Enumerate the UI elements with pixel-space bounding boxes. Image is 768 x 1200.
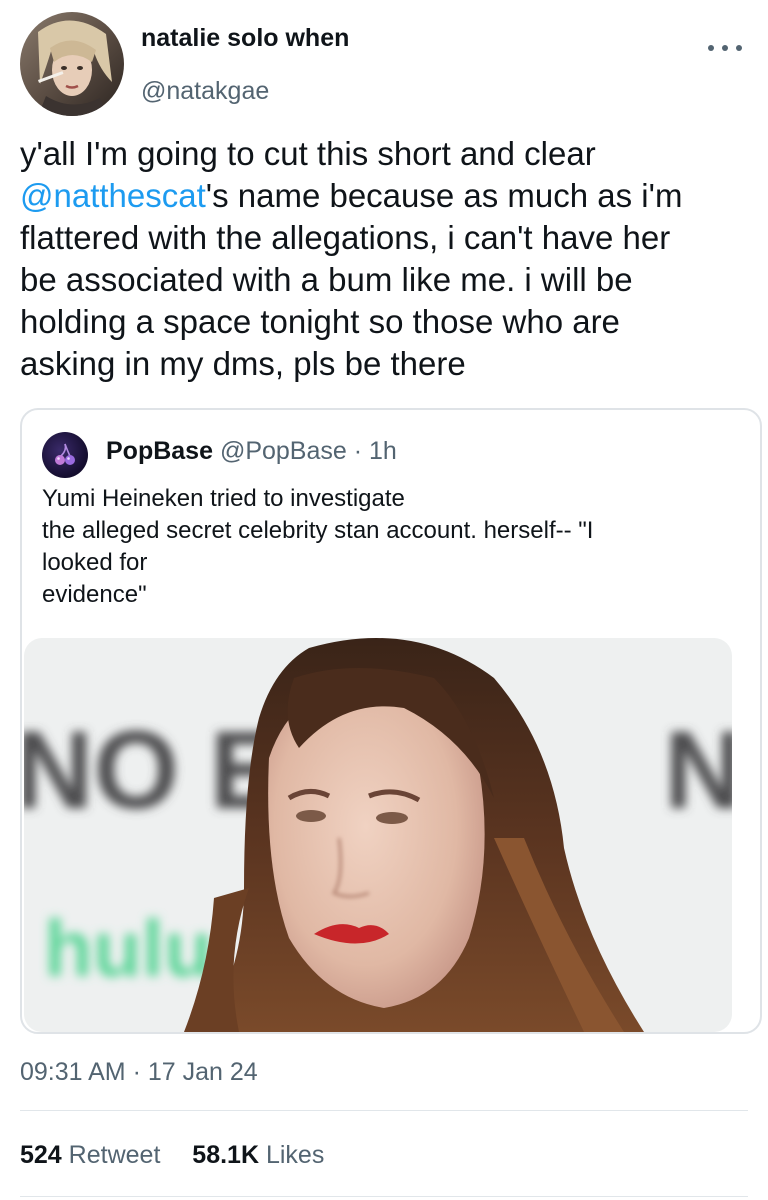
timestamp-separator: · (132, 1058, 141, 1086)
likes-stat[interactable]: 58.1K Likes (192, 1141, 324, 1169)
retweets-stat[interactable]: 524 Retweet (20, 1141, 167, 1169)
timestamp-date: 17 Jan 24 (147, 1058, 258, 1086)
tweet-text-line: be associated with a bum like me. i will… (20, 261, 633, 298)
tweet-text-line: asking in my dms, pls be there (20, 345, 466, 382)
tweet-timestamp[interactable]: 09:31 AM · 17 Jan 24 (20, 1058, 258, 1087)
quoted-tweet-image[interactable]: NO EX N hulu (24, 638, 732, 1032)
quoted-display-name[interactable]: PopBase (106, 437, 213, 465)
divider (20, 1110, 748, 1111)
quoted-tweet-header: PopBase @PopBase · 1h (106, 437, 397, 466)
tweet-text-line: flattered with the allegations, i can't … (20, 219, 671, 256)
tweet-header: natalie solo when @natakgae (20, 12, 748, 122)
more-horizontal-icon[interactable] (708, 38, 742, 58)
divider (20, 1196, 748, 1197)
svg-text:N: N (664, 709, 732, 832)
retweets-label: Retweet (68, 1141, 161, 1169)
quoted-text-line: evidence" (42, 581, 147, 608)
tweet-text-fragment: 's name because as much as i'm (205, 177, 683, 214)
quoted-time[interactable]: 1h (369, 437, 397, 465)
tweet-text: y'all I'm going to cut this short and cl… (20, 133, 748, 385)
likes-count: 58.1K (192, 1141, 260, 1169)
quoted-text-line: Yumi Heineken tried to investigate (42, 485, 405, 512)
quoted-text-line: the alleged secret celebrity stan accoun… (42, 517, 594, 544)
retweets-count: 524 (20, 1141, 62, 1169)
author-avatar[interactable] (20, 12, 124, 116)
popbase-cherry-logo-icon[interactable] (42, 432, 88, 478)
tweet-text-line: holding a space tonight so those who are (20, 303, 620, 340)
quoted-tweet-text: Yumi Heineken tried to investigate the a… (42, 483, 742, 611)
likes-label: Likes (265, 1141, 325, 1169)
svg-text:hulu: hulu (44, 904, 213, 993)
author-handle[interactable]: @natakgae (141, 77, 269, 106)
timestamp-time: 09:31 AM (20, 1058, 126, 1086)
quoted-tweet-card[interactable]: PopBase @PopBase · 1h Yumi Heineken trie… (20, 408, 762, 1034)
tweet-stats: 524 Retweet 58.1K Likes (20, 1141, 324, 1170)
mention-link[interactable]: @natthescat (20, 177, 206, 214)
author-display-name[interactable]: natalie solo when (141, 24, 349, 53)
quoted-handle[interactable]: @PopBase (220, 437, 347, 465)
quoted-separator: · (353, 437, 363, 465)
tweet-text-line: @natthescat's name because as much as i'… (20, 175, 748, 217)
quoted-text-line: looked for (42, 549, 148, 576)
tweet-text-line: y'all I'm going to cut this short and cl… (20, 135, 596, 172)
